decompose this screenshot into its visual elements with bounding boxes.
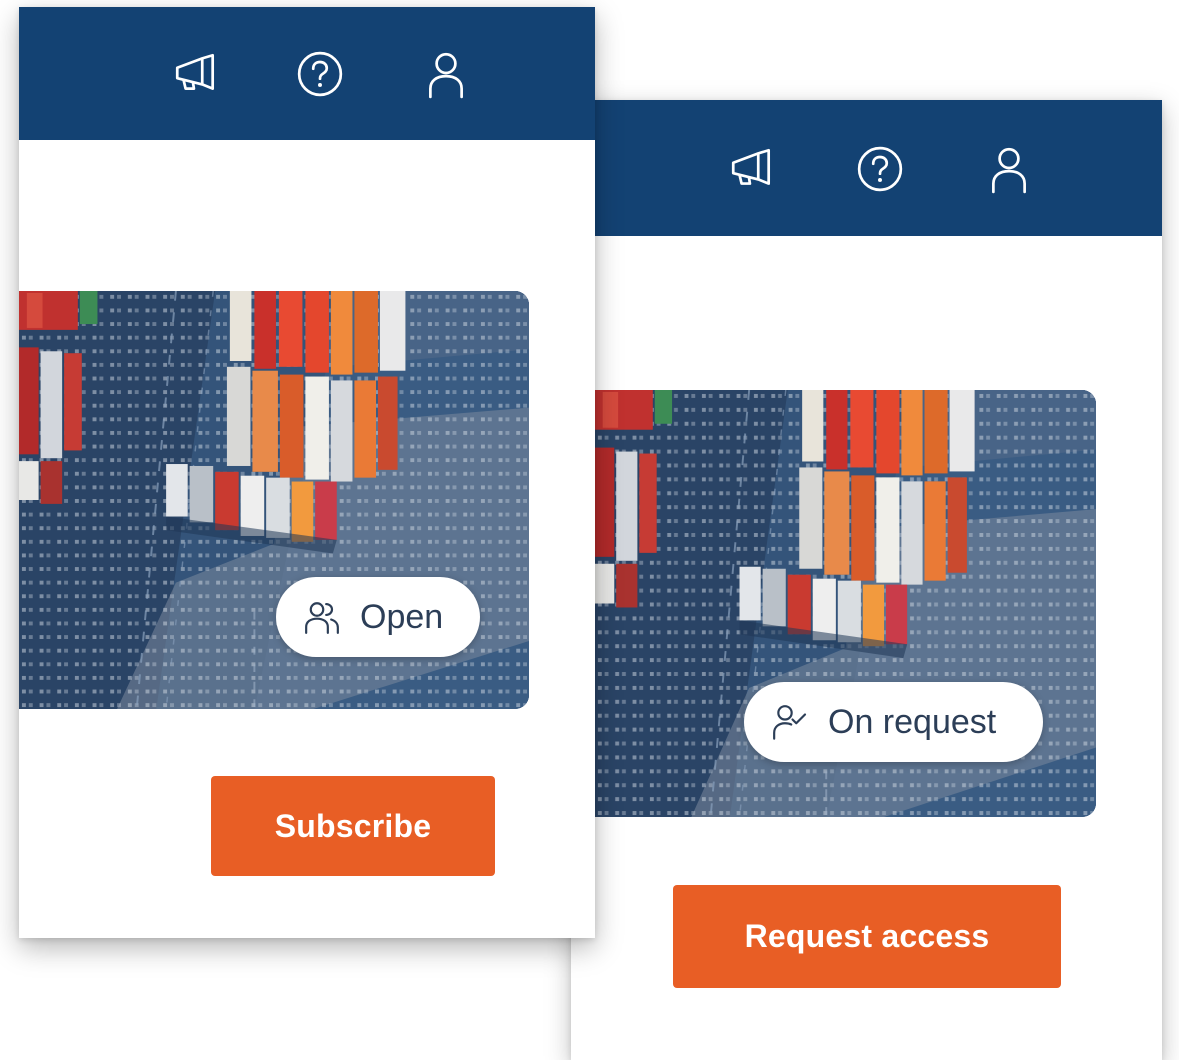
access-badge: On request [744,682,1043,762]
subscribe-button[interactable]: Subscribe [211,776,495,876]
question-circle-icon[interactable] [855,144,905,194]
access-badge-label: On request [828,702,997,741]
request-access-button[interactable]: Request access [673,885,1061,988]
dataset-card-open: Open Subscribe [19,7,595,938]
users-icon [302,597,342,637]
top-navigation-bar [19,7,595,140]
megaphone-icon[interactable] [727,144,777,194]
dataset-card-on-request: On request Request access [571,100,1162,1060]
question-circle-icon[interactable] [295,49,345,99]
access-badge-label: Open [360,597,444,636]
user-icon[interactable] [984,144,1034,194]
megaphone-icon[interactable] [171,49,221,99]
user-icon[interactable] [421,49,471,99]
access-badge: Open [276,577,480,657]
user-check-icon [770,702,810,742]
top-navigation-bar [571,100,1162,236]
